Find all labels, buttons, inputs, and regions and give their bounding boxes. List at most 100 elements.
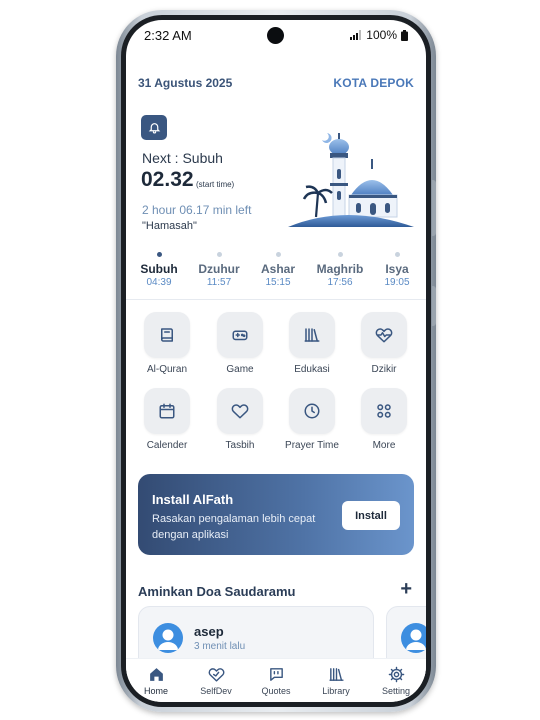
doa-time: 3 menit lalu [194, 641, 246, 652]
prayer-dzuhur[interactable]: Dzuhur 11:57 [189, 248, 249, 288]
current-date: 31 Agustus 2025 [138, 76, 233, 90]
nav-label: Setting [381, 686, 411, 696]
menu-label: Game [226, 364, 254, 375]
menu-icon-box [361, 388, 407, 434]
banner-subtitle: Rasakan pengalaman lebih cepat dengan ap… [152, 513, 316, 541]
battery-percent: 100% [366, 28, 397, 42]
nav-setting[interactable]: Setting [366, 664, 426, 696]
prayer-name: Ashar [260, 262, 295, 276]
next-prayer-label: Next : Subuh [142, 150, 223, 166]
menu-icon-box [289, 312, 335, 358]
status-time: 2:32 AM [144, 28, 192, 43]
menu-label: Tasbih [225, 440, 255, 451]
signal-icon [350, 30, 362, 40]
nav-label: Library [322, 686, 350, 696]
screen: 2:32 AM 100% 31 Agustus 2025 KOTA DEPOK [126, 20, 426, 702]
menu-label: Dzikir [371, 364, 397, 375]
prayer-ashar[interactable]: Ashar 15:15 [248, 248, 308, 288]
prayer-time: 04:39 [146, 277, 172, 288]
menu-calender[interactable]: Calender [131, 388, 203, 451]
prayer-time: 15:15 [265, 277, 291, 288]
add-doa-button[interactable]: + [400, 578, 412, 601]
book-icon [161, 328, 173, 342]
next-prayer-card: Next : Subuh 02.32 (start time) 2 hour 0… [126, 108, 426, 238]
prayer-name: Subuh [140, 262, 178, 276]
home-icon [149, 667, 163, 681]
notification-button[interactable] [141, 115, 167, 140]
prayer-name: Dzuhur [198, 262, 240, 276]
prayer-maghrib[interactable]: Maghrib 17:56 [310, 248, 370, 288]
bell-icon [148, 123, 160, 134]
avatar [401, 623, 426, 653]
menu-icon-box [217, 312, 263, 358]
bottom-navigation: Home SelfDev Quotes Library Setting [126, 658, 426, 702]
menu-al-quran[interactable]: Al-Quran [131, 312, 203, 375]
nav-icon-wrap [366, 664, 426, 684]
menu-icon-box [361, 312, 407, 358]
menu-tasbih[interactable]: Tasbih [204, 388, 276, 451]
menu-icon-box [289, 388, 335, 434]
menu-game[interactable]: Game [204, 312, 276, 375]
heart-icon [231, 404, 249, 419]
quotes-icon [269, 667, 283, 681]
doa-author: asep [194, 624, 224, 639]
time-left: 2 hour 06.17 min left [142, 203, 252, 217]
gamepad-icon [232, 330, 248, 341]
library-icon [328, 667, 344, 681]
menu-icon-box [217, 388, 263, 434]
nav-label: Home [143, 686, 168, 696]
menu-label: Prayer Time [285, 440, 339, 451]
status-right: 100% [350, 28, 408, 42]
mosque-illustration [288, 133, 414, 227]
front-camera [267, 27, 284, 44]
settings-icon [388, 666, 404, 682]
user-icon [406, 629, 426, 650]
doa-section-header: Aminkan Doa Saudaramu + [138, 578, 414, 602]
next-prayer-time: 02.32 [141, 168, 194, 191]
nav-quotes[interactable]: Quotes [246, 664, 306, 696]
nav-label: Quotes [261, 686, 291, 696]
nav-icon-wrap [186, 664, 246, 684]
heart-pulse-icon [375, 328, 393, 343]
prayer-indicator [156, 252, 162, 257]
prayer-name: Maghrib [316, 262, 364, 276]
prayer-time: 11:57 [206, 277, 232, 288]
prayer-times-row: Subuh 04:39 Dzuhur 11:57 Ashar 15:15 Mag… [126, 248, 426, 300]
start-time-note: (start time) [196, 180, 235, 189]
power-button [432, 286, 436, 326]
phase-name: "Hamasah" [142, 220, 197, 232]
nav-library[interactable]: Library [306, 664, 366, 696]
clock-icon [304, 403, 320, 419]
user-icon [158, 629, 178, 650]
avatar [153, 623, 183, 653]
menu-icon-box [144, 388, 190, 434]
selfdev-icon [208, 667, 224, 682]
menu-edukasi[interactable]: Edukasi [276, 312, 348, 375]
grid-icon [377, 404, 391, 418]
menu-dzikir[interactable]: Dzikir [348, 312, 420, 375]
calendar-icon [159, 403, 175, 419]
install-banner: Install AlFath Rasakan pengalaman lebih … [138, 474, 414, 555]
battery-icon [401, 29, 408, 41]
volume-button [432, 180, 436, 236]
phone-frame: 2:32 AM 100% 31 Agustus 2025 KOTA DEPOK [116, 10, 436, 712]
menu-label: Calender [146, 440, 188, 451]
nav-icon-wrap [246, 664, 306, 684]
status-bar: 2:32 AM 100% [126, 20, 426, 50]
prayer-time: 17:56 [327, 277, 353, 288]
nav-selfdev[interactable]: SelfDev [186, 664, 246, 696]
menu-label: More [372, 440, 396, 451]
prayer-isya[interactable]: Isya 19:05 [367, 248, 426, 288]
install-button[interactable]: Install [342, 501, 400, 530]
city-selector[interactable]: KOTA DEPOK [333, 76, 414, 90]
menu-more[interactable]: More [348, 388, 420, 451]
menu-prayer-time[interactable]: Prayer Time [276, 388, 348, 451]
prayer-indicator [275, 252, 281, 257]
header: 31 Agustus 2025 KOTA DEPOK [126, 73, 426, 93]
nav-icon-wrap [306, 664, 366, 684]
library-icon [304, 328, 320, 342]
prayer-name: Isya [385, 262, 409, 276]
menu-icon-box [144, 312, 190, 358]
prayer-subuh[interactable]: Subuh 04:39 [129, 248, 189, 288]
nav-home[interactable]: Home [126, 664, 186, 696]
